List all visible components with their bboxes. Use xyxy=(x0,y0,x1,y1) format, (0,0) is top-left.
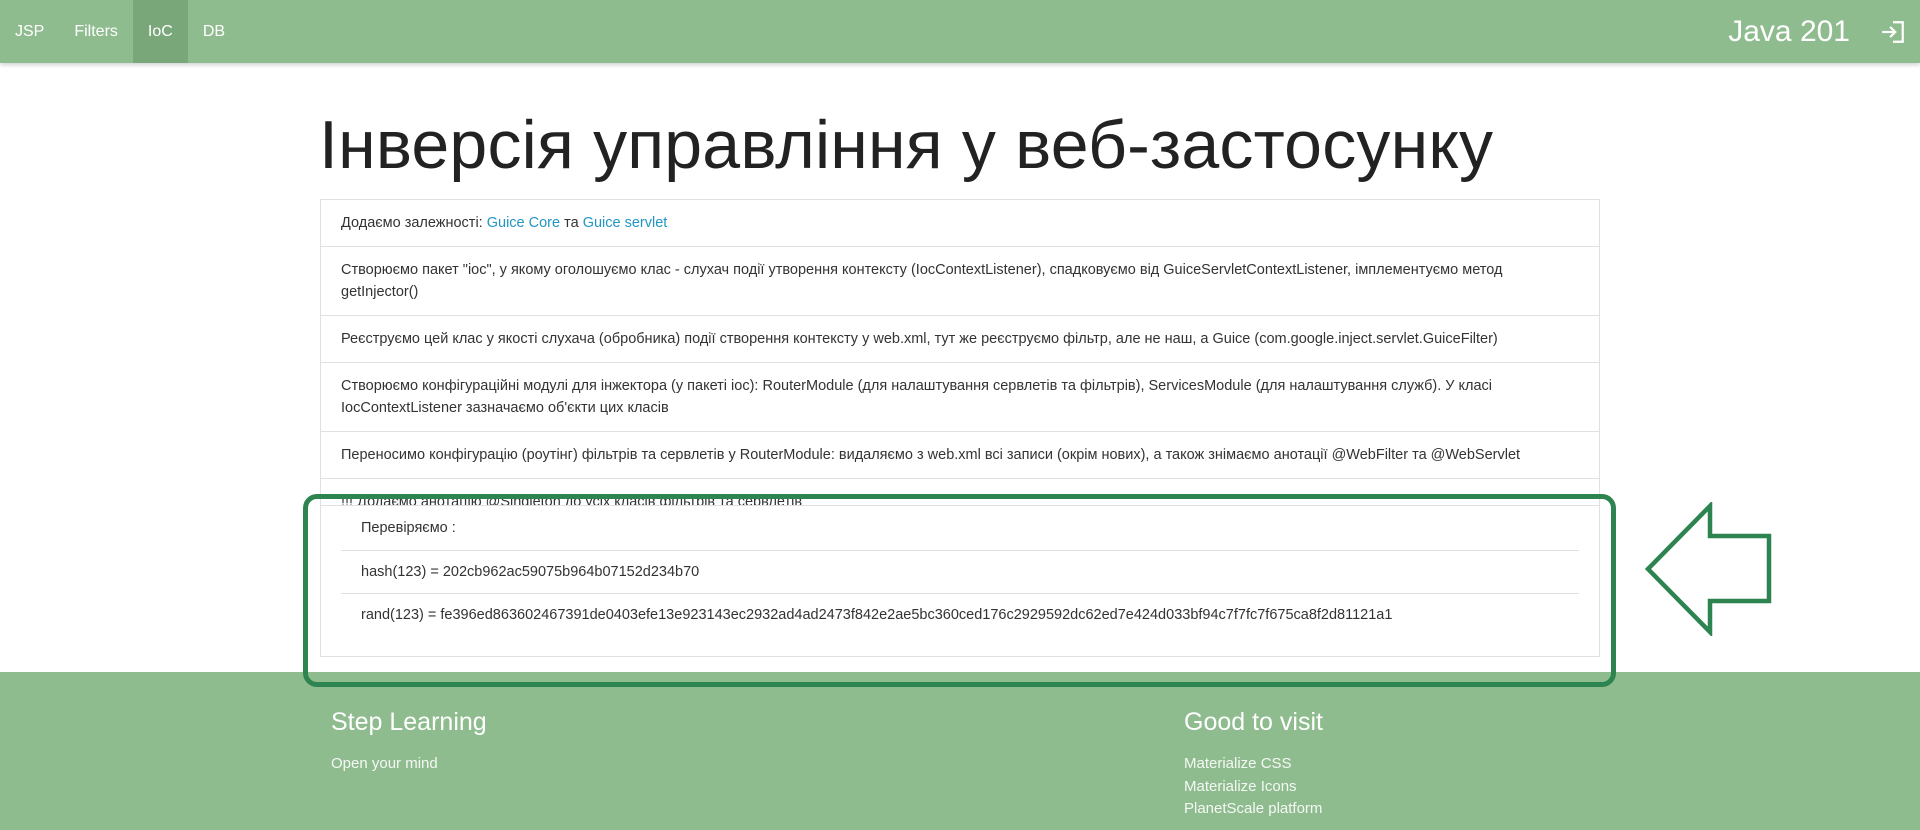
steps-list: Додаємо залежності: Guice Core та Guice … xyxy=(320,199,1600,526)
check-card: Перевіряємо : hash(123) = 202cb962ac5907… xyxy=(320,505,1600,657)
footer-about-title: Step Learning xyxy=(331,708,487,736)
guice-core-link[interactable]: Guice Core xyxy=(487,215,560,231)
hash-result: hash(123) = 202cb962ac59075b964b07152d23… xyxy=(341,549,1579,594)
dependency-conjunction: та xyxy=(560,215,583,231)
list-item: Додаємо залежності: Guice Core та Guice … xyxy=(321,200,1599,247)
nav-link-jsp[interactable]: JSP xyxy=(0,0,59,63)
list-item: Створюємо пакет "ioc", у якому оголошуєм… xyxy=(321,247,1599,316)
footer-link-materialize-icons[interactable]: Materialize Icons xyxy=(1184,776,1323,799)
rand-result: rand(123) = fe396ed863602467391de0403efe… xyxy=(341,593,1579,637)
check-heading: Перевіряємо : xyxy=(361,519,456,536)
page-title: Інверсія управління у веб-застосунку xyxy=(319,107,1494,183)
footer-link-planetscale[interactable]: PlanetScale platform xyxy=(1184,798,1323,821)
nav-links: JSP Filters IoC DB xyxy=(0,0,240,63)
brand-logo[interactable]: Java 201 xyxy=(1728,0,1850,63)
nav-link-ioc[interactable]: IoC xyxy=(132,0,188,63)
top-navbar: JSP Filters IoC DB Java 201 xyxy=(0,0,1920,63)
left-arrow-annotation xyxy=(1644,502,1772,636)
list-item: Реєструємо цей клас у якості слухача (об… xyxy=(321,316,1599,363)
list-item: Переносимо конфігурацію (роутінг) фільтр… xyxy=(321,432,1599,479)
footer-link-materialize-css[interactable]: Materialize CSS xyxy=(1184,753,1323,776)
footer-about-text: Open your mind xyxy=(331,755,438,772)
footer-about: Step Learning Open your mind xyxy=(331,708,487,776)
footer: Step Learning Open your mind Good to vis… xyxy=(0,672,1920,830)
login-icon[interactable] xyxy=(1880,19,1906,45)
nav-link-filters[interactable]: Filters xyxy=(59,0,133,63)
nav-link-db[interactable]: DB xyxy=(188,0,240,63)
guice-servlet-link[interactable]: Guice servlet xyxy=(583,215,668,231)
footer-links: Good to visit Materialize CSS Materializ… xyxy=(1184,708,1323,821)
footer-links-title: Good to visit xyxy=(1184,708,1323,736)
list-item: Створюємо конфігураційні модулі для інже… xyxy=(321,363,1599,432)
dependency-prefix: Додаємо залежності: xyxy=(341,215,487,231)
